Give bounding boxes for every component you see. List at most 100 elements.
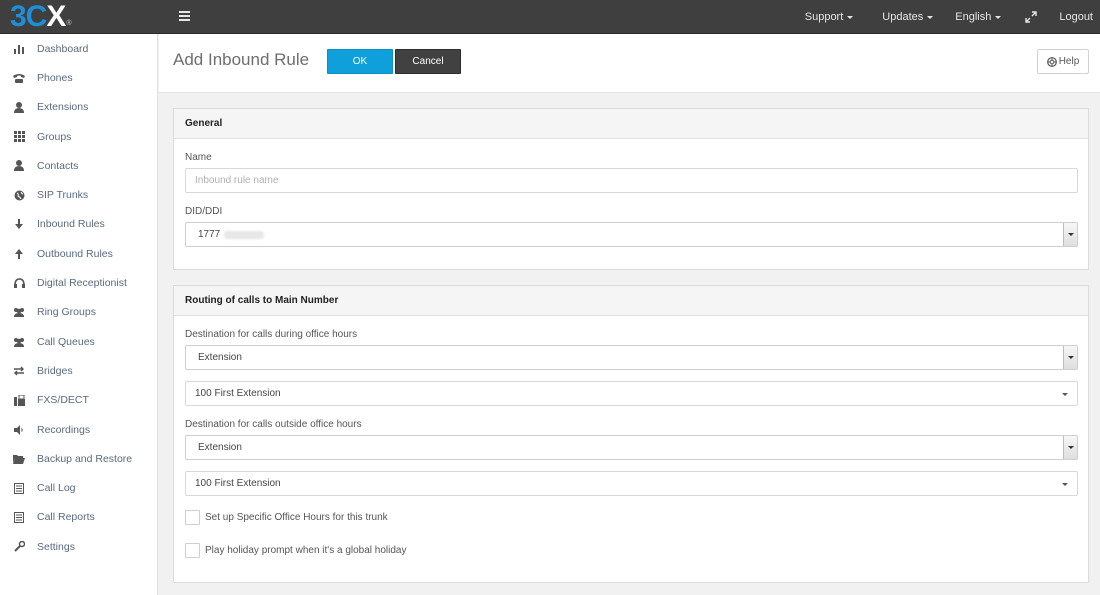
sidebar-item-label: Digital Receptionist [37, 277, 127, 290]
sidebar-item-call-log[interactable]: Call Log [0, 473, 157, 502]
menu-toggle-icon[interactable] [179, 11, 190, 21]
sidebar-item-digital-receptionist[interactable]: Digital Receptionist [0, 268, 157, 297]
sidebar-item-label: Inbound Rules [37, 218, 105, 231]
fax-icon [13, 394, 25, 406]
arrow-down-icon [13, 218, 25, 230]
support-menu[interactable]: Support [805, 11, 854, 23]
top-nav-menu: Support Updates English Logout [805, 0, 1100, 34]
dropdown-arrow-icon [1063, 436, 1077, 459]
office-destination-type-select[interactable]: Extension [185, 345, 1078, 370]
did-select[interactable]: 1777 [185, 222, 1078, 247]
sidebar-item-label: FXS/DECT [37, 394, 89, 407]
users-icon [13, 336, 25, 348]
sidebar-item-label: SIP Trunks [37, 189, 89, 202]
name-input[interactable]: Inbound rule name [185, 168, 1078, 193]
sidebar-item-label: Call Reports [37, 511, 95, 524]
top-navbar: 3CX ® Support Updates English Logout [0, 0, 1100, 34]
bar-chart-icon [13, 43, 25, 55]
name-label: Name [185, 152, 212, 163]
app-logo[interactable]: 3CX ® [10, 2, 72, 32]
arrow-up-icon [13, 248, 25, 260]
sidebar-item-groups[interactable]: Groups [0, 122, 157, 151]
updates-label: Updates [882, 11, 924, 23]
sidebar-item-inbound-rules[interactable]: Inbound Rules [0, 210, 157, 239]
sidebar-item-call-reports[interactable]: Call Reports [0, 503, 157, 532]
routing-heading: Routing of calls to Main Number [174, 286, 1088, 316]
office-destination-target-select[interactable]: 100 First Extension [185, 381, 1078, 406]
holiday-prompt-checkbox[interactable] [185, 543, 200, 558]
sidebar-item-label: Outbound Rules [37, 247, 113, 260]
volume-icon [13, 424, 25, 436]
sidebar-item-label: Call Log [37, 482, 76, 495]
sidebar-item-call-queues[interactable]: Call Queues [0, 327, 157, 356]
caret-down-icon [847, 16, 854, 19]
ok-button[interactable]: OK [327, 49, 393, 74]
sidebar-item-label: Ring Groups [37, 306, 96, 319]
sidebar-item-extensions[interactable]: Extensions [0, 93, 157, 122]
logout-link[interactable]: Logout [1059, 11, 1093, 23]
exchange-icon [13, 365, 25, 377]
general-panel: General Name Inbound rule name DID/DDI 1… [173, 108, 1089, 270]
updates-menu[interactable]: Updates [882, 11, 934, 23]
holiday-prompt-checkbox-row[interactable]: Play holiday prompt when it's a global h… [185, 543, 406, 558]
globe-icon [13, 189, 25, 201]
list-icon [13, 482, 25, 494]
office-type-value: Extension [198, 352, 242, 363]
caret-down-icon [1062, 483, 1068, 486]
sidebar-item-label: Settings [37, 540, 75, 553]
general-heading: General [174, 109, 1088, 139]
outside-destination-type-select[interactable]: Extension [185, 435, 1078, 460]
wrench-icon [13, 541, 25, 553]
caret-down-icon [1062, 393, 1068, 396]
did-label: DID/DDI [185, 206, 223, 217]
office-hours-checkbox-row[interactable]: Set up Specific Office Hours for this tr… [185, 510, 388, 525]
page-title: Add Inbound Rule [173, 50, 310, 69]
sidebar-item-sip-trunks[interactable]: SIP Trunks [0, 180, 157, 209]
sidebar-item-phones[interactable]: Phones [0, 63, 157, 92]
sidebar-item-dashboard[interactable]: Dashboard [0, 34, 157, 63]
sidebar-item-backup-restore[interactable]: Backup and Restore [0, 444, 157, 473]
outside-hours-label: Destination for calls outside office hou… [185, 419, 362, 430]
sidebar-item-label: Recordings [37, 423, 91, 436]
sidebar-item-fxs-dect[interactable]: FXS/DECT [0, 386, 157, 415]
logo-text: 3CX [10, 0, 66, 33]
outside-type-value: Extension [198, 442, 242, 453]
folder-open-icon [13, 453, 25, 465]
redacted-number [224, 230, 265, 239]
sidebar-item-ring-groups[interactable]: Ring Groups [0, 298, 157, 327]
holiday-prompt-checkbox-label: Play holiday prompt when it's a global h… [205, 545, 407, 556]
logo-registered-mark: ® [66, 20, 72, 27]
sidebar-item-bridges[interactable]: Bridges [0, 356, 157, 385]
expand-icon [1025, 11, 1038, 23]
language-menu[interactable]: English [955, 11, 1002, 23]
page-header: Add Inbound Rule OK Cancel Help [159, 34, 1100, 93]
routing-panel: Routing of calls to Main Number Destinat… [173, 285, 1089, 583]
dropdown-arrow-icon [1063, 223, 1077, 246]
sidebar-item-label: Bridges [37, 364, 73, 377]
user-icon [13, 160, 25, 172]
office-hours-checkbox[interactable] [185, 510, 200, 525]
sidebar-item-label: Backup and Restore [37, 452, 133, 465]
fullscreen-button[interactable] [1025, 11, 1038, 23]
main-content: Add Inbound Rule OK Cancel Help General … [159, 34, 1100, 595]
sidebar-item-label: Contacts [37, 159, 79, 172]
cancel-button[interactable]: Cancel [395, 49, 461, 74]
language-label: English [955, 11, 992, 23]
list-icon [13, 511, 25, 523]
sidebar-item-recordings[interactable]: Recordings [0, 415, 157, 444]
did-value: 1777 [198, 229, 221, 240]
grid-icon [13, 131, 25, 143]
sidebar-item-settings[interactable]: Settings [0, 532, 157, 561]
phone-icon [13, 72, 25, 84]
caret-down-icon [995, 16, 1002, 19]
sidebar-item-outbound-rules[interactable]: Outbound Rules [0, 239, 157, 268]
outside-destination-target-select[interactable]: 100 First Extension [185, 471, 1078, 496]
headset-icon [13, 277, 25, 289]
sidebar-item-label: Dashboard [37, 42, 89, 55]
help-button[interactable]: Help [1037, 49, 1089, 74]
lifebuoy-icon [1046, 56, 1057, 67]
sidebar-item-label: Call Queues [37, 335, 95, 348]
support-label: Support [804, 11, 844, 23]
sidebar-item-contacts[interactable]: Contacts [0, 151, 157, 180]
dropdown-arrow-icon [1063, 346, 1077, 369]
